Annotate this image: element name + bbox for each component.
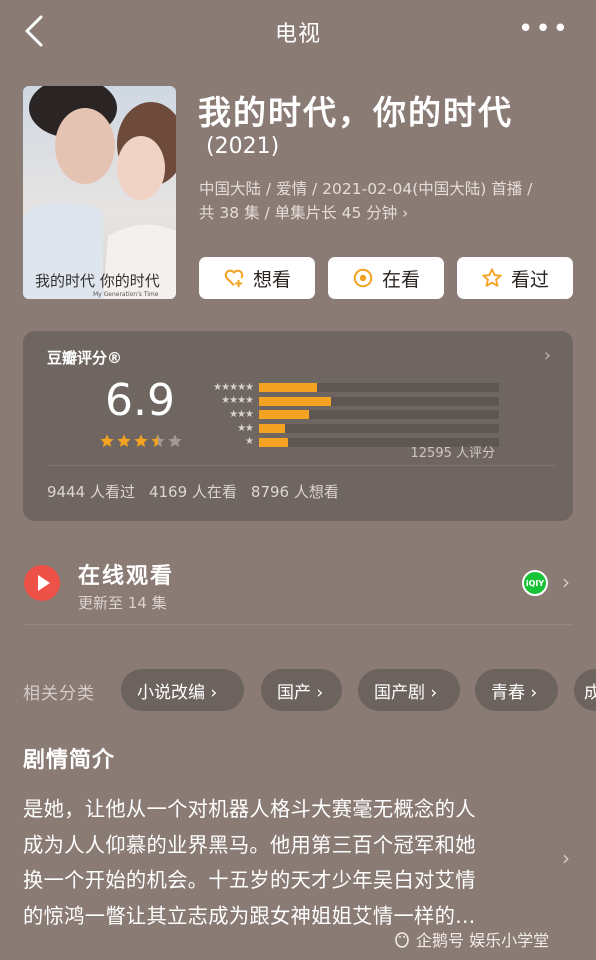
- heart-plus-icon: [224, 269, 244, 288]
- meta-line-1: 中国大陆 / 爱情 / 2021-02-04(中国大陆) 首播 /: [199, 180, 533, 198]
- target-circle-icon: [353, 268, 373, 288]
- star-icon: [134, 434, 148, 447]
- watched-button[interactable]: 看过: [457, 257, 573, 299]
- want-to-watch-button[interactable]: 想看: [199, 257, 315, 299]
- want-to-watch-label: 想看: [252, 268, 291, 291]
- synopsis-text[interactable]: 是她，让他从一个对机器人格斗大赛毫无概念的人 成为人人仰慕的业界黑马。他用第三百…: [23, 792, 543, 934]
- distribution-row-3: ★★★: [195, 408, 499, 422]
- rating-score: 6.9: [105, 375, 175, 426]
- page-title: 电视: [274, 22, 321, 47]
- poster-subtitle-text: My Generation's Time: [93, 291, 159, 298]
- distribution-bar: [259, 424, 286, 434]
- row-star-label: ★★★★: [221, 395, 254, 407]
- distribution-bar: [259, 437, 288, 447]
- tag-chip[interactable]: 青春 ›: [475, 669, 558, 711]
- distribution-bar: [259, 383, 317, 393]
- watch-stats: 9444 人看过 4169 人在看 8796 人想看: [47, 481, 339, 502]
- distribution-row-2: ★★: [195, 422, 499, 436]
- divider: [47, 465, 555, 466]
- synopsis-line: 成为人人仰慕的业界黑马。他用第三百个冠军和她: [23, 832, 476, 857]
- distribution-track: [259, 410, 499, 420]
- star-icon: [168, 434, 182, 447]
- meta-line-2: 共 38 集 / 单集片长 45 分钟 ›: [199, 204, 409, 222]
- row-star-label: ★★: [237, 422, 254, 434]
- online-watch-title[interactable]: 在线观看: [78, 558, 174, 590]
- poster-title-text: 我的时代 你的时代: [35, 272, 160, 290]
- watched-label: 看过: [510, 268, 549, 291]
- distribution-row-4: ★★★★: [195, 395, 499, 409]
- divider: [24, 624, 572, 625]
- row-star-label: ★★★★★: [213, 381, 254, 393]
- distribution-track: [259, 396, 499, 406]
- synopsis-line: 换一个开始的机会。十五岁的天才少年吴白对艾情: [23, 868, 476, 892]
- tag-chip[interactable]: 小说改编 ›: [121, 669, 244, 711]
- rating-distribution: ★★★★★ ★★★★ ★★★ ★★ ★: [195, 381, 499, 449]
- related-tags-label: 相关分类: [23, 684, 95, 704]
- watching-label: 在看: [381, 268, 420, 291]
- tag-chip[interactable]: 成: [574, 669, 596, 711]
- rating-card[interactable]: 豆瓣评分® › 6.9 ★★★★★ ★★★★ ★★★ ★★ ★ 12595 人评…: [23, 331, 573, 521]
- iqiyi-logo-icon[interactable]: iQIY: [522, 570, 548, 596]
- play-button-icon[interactable]: [24, 565, 60, 601]
- want-count[interactable]: 8796 人想看: [251, 481, 339, 502]
- star-outline-icon: [482, 268, 502, 287]
- more-options-icon[interactable]: •••: [518, 16, 570, 42]
- poster-image[interactable]: 我的时代 你的时代 My Generation's Time: [23, 86, 176, 299]
- distribution-track: [259, 383, 499, 393]
- watching-count[interactable]: 4169 人在看: [149, 481, 237, 502]
- distribution-row-5: ★★★★★: [195, 381, 499, 395]
- watermark: 企鹅号 娱乐小学堂: [392, 927, 549, 951]
- distribution-bar: [259, 410, 310, 420]
- distribution-track: [259, 424, 499, 434]
- rating-count: 12595 人评分: [410, 446, 496, 461]
- watching-button[interactable]: 在看: [328, 257, 444, 299]
- synopsis-line: 是她，让他从一个对机器人格斗大赛毫无概念的人: [23, 797, 476, 821]
- online-watch-subtitle: 更新至 14 集: [78, 594, 167, 612]
- watermark-text: 企鹅号 娱乐小学堂: [416, 931, 550, 950]
- chevron-right-icon[interactable]: ›: [562, 570, 570, 594]
- rating-stars: [99, 433, 183, 449]
- row-star-label: ★: [245, 436, 254, 448]
- chevron-right-icon[interactable]: ›: [562, 846, 570, 870]
- star-icon: [100, 434, 114, 447]
- penguin-icon: [395, 932, 409, 948]
- rating-card-title: 豆瓣评分®: [47, 349, 123, 367]
- row-star-label: ★★★: [229, 408, 254, 420]
- watched-count[interactable]: 9444 人看过: [47, 481, 135, 502]
- show-year: (2021): [206, 134, 280, 159]
- tag-chip[interactable]: 国产剧 ›: [358, 669, 460, 711]
- synopsis-title: 剧情简介: [23, 748, 116, 773]
- show-title: 我的时代，你的时代: [198, 93, 513, 132]
- chevron-right-icon[interactable]: ›: [544, 345, 551, 366]
- tag-chip[interactable]: 国产 ›: [261, 669, 342, 711]
- show-meta[interactable]: 中国大陆 / 爱情 / 2021-02-04(中国大陆) 首播 / 共 38 集…: [199, 177, 584, 225]
- distribution-bar: [259, 396, 331, 406]
- star-icon: [117, 434, 131, 447]
- star-icon: [151, 434, 165, 447]
